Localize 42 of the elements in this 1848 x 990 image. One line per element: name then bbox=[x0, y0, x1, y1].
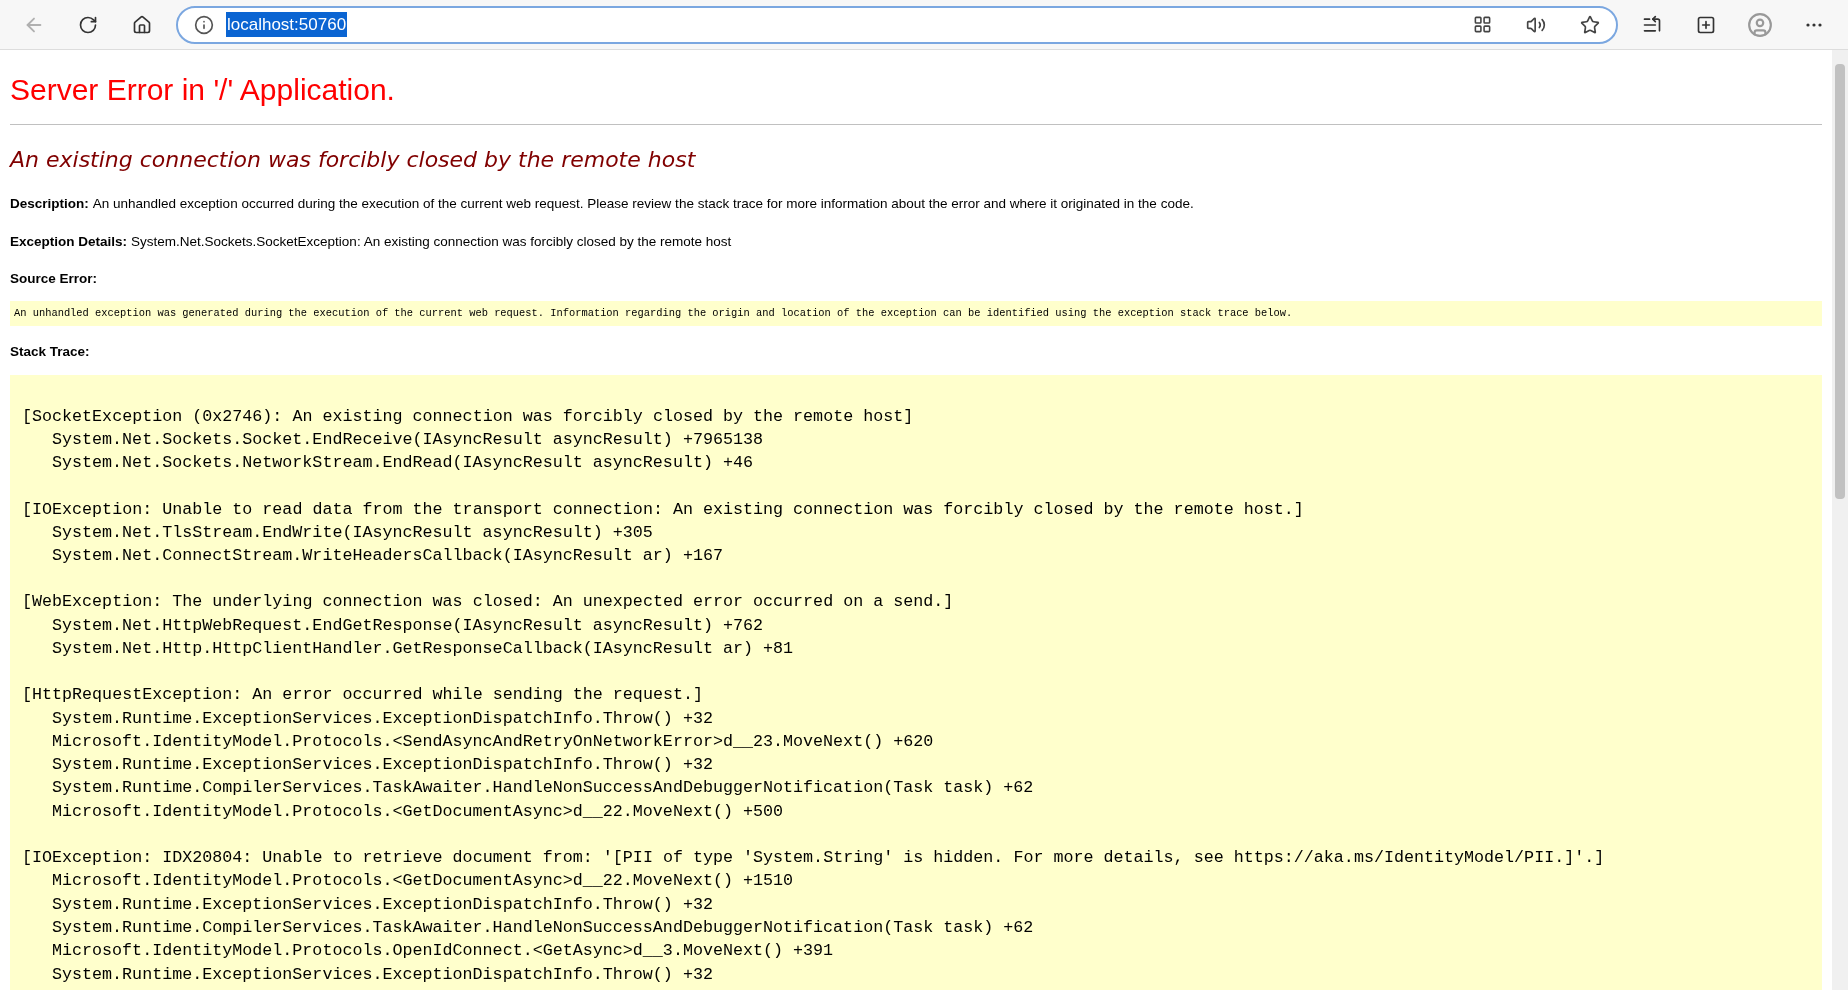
stack-frame: System.Runtime.CompilerServices.TaskAwaiter.HandleNonSuccessAndDebuggerNotification(Task task) +62 bbox=[22, 915, 1810, 940]
home-icon bbox=[132, 14, 152, 35]
stack-frame: Microsoft.IdentityModel.Protocols.OpenIdConnect.<GetAsync>d__3.MoveNext() +391 bbox=[22, 939, 1810, 963]
error-heading: An existing connection was forcibly closed by the remote host bbox=[10, 146, 697, 174]
exception-details-text: System.Net.Sockets.SocketException: An existing connection was forcibly closed by the remote host bbox=[131, 233, 732, 252]
description-label: Description: bbox=[10, 195, 89, 213]
stack-frame: Microsoft.IdentityModel.Protocols.<GetDocumentAsync>d__22.MoveNext() +1510 bbox=[22, 869, 1810, 893]
profile-avatar-icon bbox=[1747, 11, 1773, 38]
exception-line: [IOException: IDX20804: Unable to retrieve document from: '[PII of type 'System.String' is hidden. For more details, see https://aka.ms/IdentityModel/PII.]'.] bbox=[22, 847, 1606, 870]
info-icon bbox=[194, 14, 214, 35]
source-error-text: An unhandled exception was generated during the execution of the current web request. Information regarding the origin and location of the exception can be identified using the exception stack trace below. bbox=[10, 300, 1822, 327]
star-icon bbox=[1580, 14, 1600, 35]
stack-frame: Microsoft.IdentityModel.Protocols.<GetDocumentAsync>d__22.MoveNext() +500 bbox=[22, 799, 1810, 824]
source-error-label: Source Error: bbox=[10, 269, 99, 288]
stack-frame: System.Runtime.ExceptionServices.ExceptionDispatchInfo.Throw() +32 bbox=[22, 753, 1810, 777]
exception-line: [IOException: Unable to read data from the transport connection: An existing connection was forcibly closed by the remote host.] bbox=[22, 498, 1305, 521]
exception-line: [HttpRequestException: An error occurred while sending the request.] bbox=[22, 684, 704, 707]
page-title: Server Error in '/' Application. bbox=[10, 72, 396, 108]
exception-details-label: Exception Details: bbox=[10, 233, 128, 252]
description-text: An unhandled exception occurred during the execution of the current web request. Please review the stack trace for more information about the error and where it originated in the code. bbox=[92, 195, 1194, 213]
stack-frame: System.Net.Sockets.NetworkStream.EndRead(IAsyncResult asyncResult) +46 bbox=[22, 451, 1810, 475]
app-grid-icon bbox=[1473, 15, 1492, 34]
scrollbar-thumb[interactable] bbox=[1835, 64, 1845, 499]
stack-frame: Microsoft.IdentityModel.Protocols.<SendAsyncAndRetryOnNetworkError>d__23.MoveNext() +620 bbox=[22, 729, 1810, 754]
stack-frame: System.Runtime.ExceptionServices.ExceptionDispatchInfo.Throw() +32 bbox=[22, 706, 1810, 730]
stack-trace-label: Stack Trace: bbox=[10, 343, 91, 362]
stack-frame: System.Runtime.ExceptionServices.ExceptionDispatchInfo.Throw() +32 bbox=[22, 892, 1810, 916]
stack-frame: System.Runtime.CompilerServices.TaskAwaiter.HandleNonSuccessAndDebuggerNotification(Task task) +62 bbox=[22, 776, 1810, 800]
stack-frame: System.Runtime.ExceptionServices.ExceptionDispatchInfo.Throw() +32 bbox=[22, 962, 1810, 986]
more-icon bbox=[1806, 22, 1822, 27]
exception-line: [WebException: The underlying connection was closed: An unexpected error occurred on a send.] bbox=[22, 591, 955, 614]
collections-icon bbox=[1696, 14, 1716, 35]
url-text: localhost:50760 bbox=[226, 11, 348, 38]
stack-frame: System.Net.Http.HttpClientHandler.GetResponseCallback(IAsyncResult ar) +81 bbox=[22, 637, 1810, 661]
stack-frame: System.Net.HttpWebRequest.EndGetResponse(IAsyncResult asyncResult) +762 bbox=[22, 613, 1810, 637]
address-bar[interactable]: localhost:50760 bbox=[176, 5, 1618, 44]
stack-frame: System.Net.TlsStream.EndWrite(IAsyncResult asyncResult) +305 bbox=[22, 520, 1810, 545]
refresh-icon bbox=[78, 14, 98, 35]
scrollbar[interactable] bbox=[1832, 50, 1848, 990]
exception-line: [SocketException (0x2746): An existing connection was forcibly closed by the remote host] bbox=[22, 405, 915, 428]
stack-frame: System.Net.ConnectStream.WriteHeadersCallback(IAsyncResult ar) +167 bbox=[22, 544, 1810, 568]
stack-frame: System.Net.Sockets.Socket.EndReceive(IAsyncResult asyncResult) +7965138 bbox=[22, 427, 1810, 452]
